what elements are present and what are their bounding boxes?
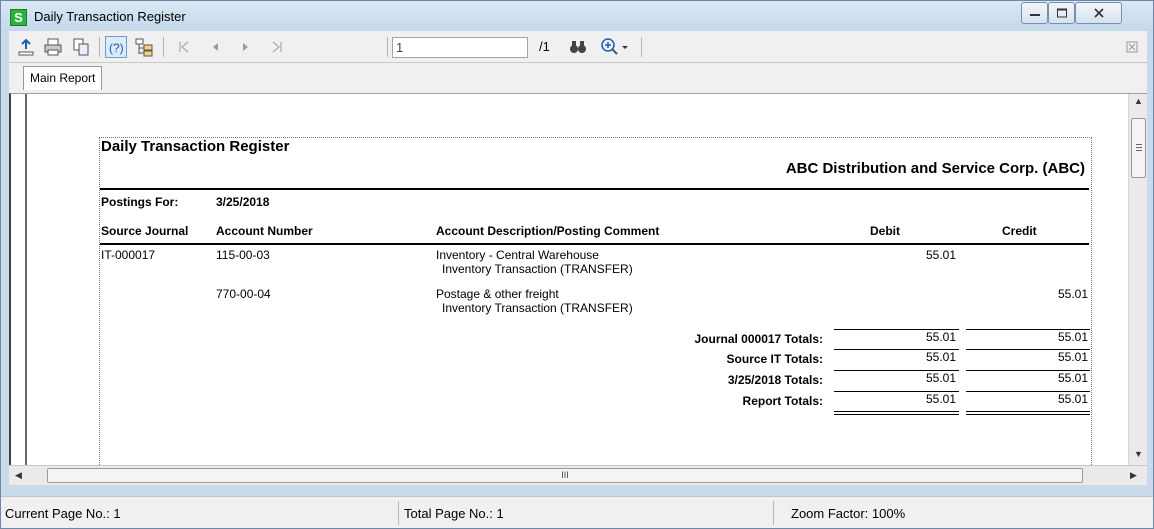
total-debit: 55.01 (925, 392, 956, 406)
total-label: Source IT Totals: (726, 352, 823, 366)
total-credit: 55.01 (1057, 392, 1088, 406)
postings-for-label: Postings For: (101, 195, 179, 209)
total-label: Report Totals: (742, 394, 823, 408)
line-comment: Inventory Transaction (TRANSFER) (442, 262, 633, 276)
line-credit: 55.01 (1057, 287, 1088, 301)
total-credit: 55.01 (1057, 330, 1088, 344)
line-account-number: 770-00-04 (216, 287, 271, 301)
status-separator (398, 501, 399, 525)
next-page-button[interactable] (235, 36, 257, 58)
last-page-icon (272, 41, 282, 53)
group-tree-button[interactable] (133, 36, 155, 58)
scroll-right-icon[interactable]: ▶ (1130, 470, 1137, 481)
total-debit: 55.01 (925, 350, 956, 364)
zoom-button[interactable] (599, 36, 631, 58)
horizontal-scroll-thumb[interactable]: III (47, 468, 1083, 483)
close-report-button[interactable] (1121, 36, 1143, 58)
report-page: Daily Transaction Register ABC Distribut… (99, 137, 1092, 467)
copy-button[interactable] (70, 36, 92, 58)
page-number-input[interactable]: 1 (392, 37, 528, 58)
page-total-label: /1 (539, 39, 550, 54)
total-credit: 55.01 (1057, 371, 1088, 385)
first-page-icon (179, 41, 189, 53)
double-underline (834, 414, 959, 415)
export-icon (18, 38, 34, 56)
total-label: 3/25/2018 Totals: (727, 373, 823, 387)
line-debit: 55.01 (925, 248, 956, 262)
column-header-rule (100, 243, 1089, 245)
last-page-button[interactable] (266, 36, 288, 58)
postings-for-date: 3/25/2018 (216, 195, 270, 209)
double-underline (966, 414, 1090, 415)
double-underline (966, 411, 1090, 412)
previous-page-button[interactable] (204, 36, 226, 58)
export-button[interactable] (15, 36, 37, 58)
report-title: Daily Transaction Register (101, 138, 290, 155)
column-credit: Credit (1002, 224, 1037, 238)
group-tree-icon (135, 38, 153, 57)
first-page-button[interactable] (173, 36, 195, 58)
print-icon (44, 38, 62, 56)
minimize-icon (1029, 14, 1040, 16)
company-name: ABC Distribution and Service Corp. (ABC) (785, 160, 1085, 177)
search-button[interactable] (567, 36, 589, 58)
window-title: Daily Transaction Register (34, 9, 186, 24)
help-icon: (?) (109, 41, 124, 55)
svg-text:(?): (?) (109, 41, 124, 55)
scroll-down-icon[interactable]: ▼ (1134, 449, 1143, 459)
line-source-journal: IT-000017 (101, 248, 156, 262)
close-icon (1093, 8, 1104, 18)
scroll-up-icon[interactable]: ▲ (1134, 96, 1143, 106)
print-button[interactable] (42, 36, 64, 58)
copy-icon (73, 38, 89, 56)
toolbar-separator (641, 37, 642, 57)
total-credit: 55.01 (1057, 350, 1088, 364)
current-page-status: Current Page No.: 1 (5, 506, 121, 521)
grip-icon (1136, 144, 1142, 145)
double-underline (834, 411, 959, 412)
previous-page-icon (213, 43, 218, 51)
toolbar-separator (163, 37, 164, 57)
report-viewer: Daily Transaction Register ABC Distribut… (9, 93, 1147, 467)
column-description: Account Description/Posting Comment (436, 224, 660, 238)
line-description: Postage & other freight (436, 287, 559, 301)
vertical-scroll-thumb[interactable] (1131, 118, 1146, 178)
close-button[interactable] (1075, 2, 1122, 24)
scroll-left-icon[interactable]: ◀ (15, 470, 22, 481)
column-account-number: Account Number (216, 224, 313, 238)
toolbar-separator (387, 37, 388, 57)
header-rule (100, 188, 1089, 190)
maximize-button[interactable] (1048, 2, 1075, 24)
line-comment: Inventory Transaction (TRANSFER) (442, 301, 633, 315)
zoom-icon (601, 38, 628, 55)
line-description: Inventory - Central Warehouse (436, 248, 599, 262)
minimize-button[interactable] (1021, 2, 1048, 24)
total-debit: 55.01 (925, 330, 956, 344)
next-page-icon (243, 43, 248, 51)
help-button[interactable]: (?) (105, 36, 127, 58)
total-label: Journal 000017 Totals: (694, 332, 824, 346)
report-window: S Daily Transaction Register (?) 1 /1 Ma… (0, 0, 1154, 529)
line-account-number: 115-00-03 (216, 248, 270, 262)
viewer-toolbar: (?) 1 /1 (9, 31, 1147, 63)
report-tabs: Main Report (9, 63, 1147, 93)
maximize-icon (1056, 8, 1067, 18)
total-page-status: Total Page No.: 1 (404, 506, 504, 521)
horizontal-scrollbar[interactable]: ◀ III ▶ (9, 465, 1147, 485)
status-bar: Current Page No.: 1 Total Page No.: 1 Zo… (1, 496, 1153, 528)
tab-main-report[interactable]: Main Report (23, 66, 103, 90)
page-border (25, 94, 27, 466)
binoculars-icon (570, 41, 586, 53)
close-icon (1126, 41, 1138, 53)
column-debit: Debit (870, 224, 900, 238)
title-bar[interactable]: S Daily Transaction Register (1, 1, 1153, 31)
toolbar-separator (99, 37, 100, 57)
total-debit: 55.01 (925, 371, 956, 385)
status-separator (773, 501, 774, 525)
zoom-factor-status: Zoom Factor: 100% (791, 506, 906, 521)
app-icon: S (10, 9, 27, 26)
vertical-scrollbar[interactable]: ▲ ▼ (1128, 94, 1147, 466)
column-source-journal: Source Journal (101, 224, 189, 238)
